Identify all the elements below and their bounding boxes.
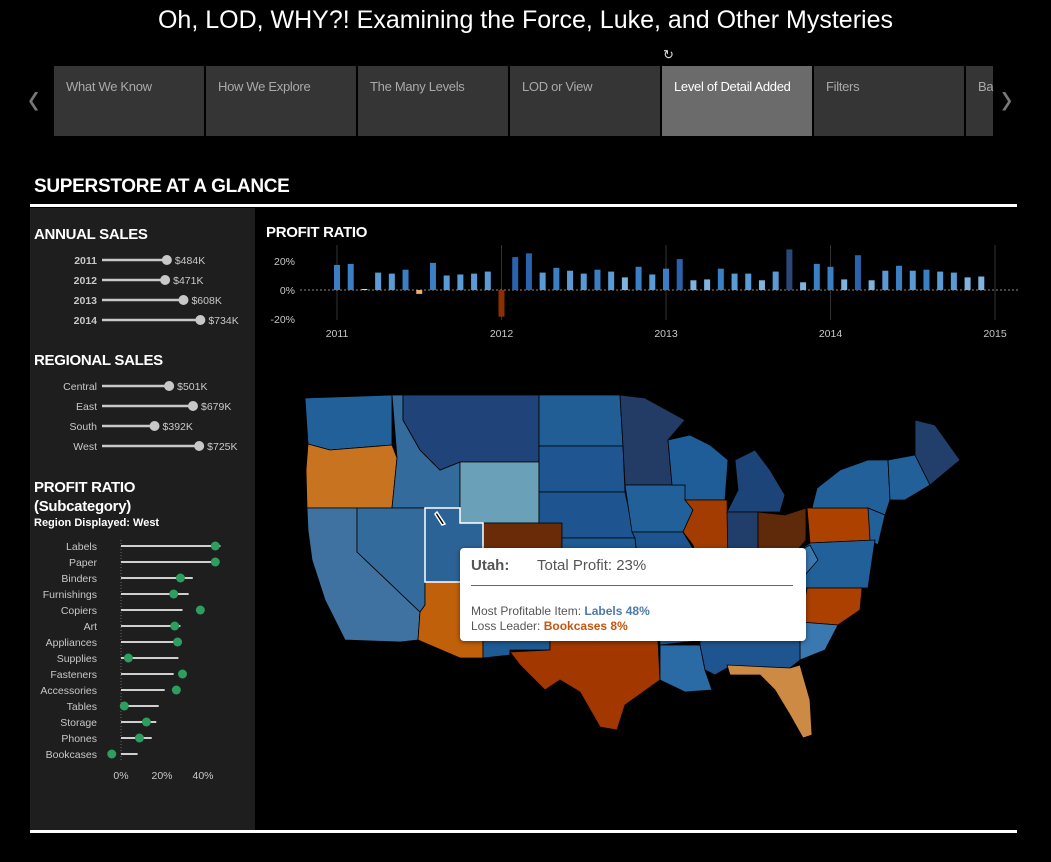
tooltip-most-profitable: Most Profitable Item: Labels 48%: [471, 604, 650, 618]
most-profitable-value: Labels 48%: [584, 604, 650, 618]
state-wyoming[interactable]: [459, 461, 540, 524]
us-profit-map: [304, 394, 961, 739]
state-new-york[interactable]: [811, 459, 891, 516]
state-michigan[interactable]: [726, 449, 786, 513]
state-florida[interactable]: [726, 664, 813, 739]
state-north-dakota[interactable]: [538, 394, 624, 447]
state-north-carolina[interactable]: [799, 587, 863, 626]
tooltip-total-profit: Total Profit: 23%: [537, 557, 647, 574]
map-tooltip: Utah: Total Profit: 23% Most Profitable …: [460, 548, 806, 641]
loss-leader-value: Bookcases 8%: [543, 619, 628, 633]
state-pennsylvania[interactable]: [806, 507, 876, 544]
state-south-dakota[interactable]: [538, 445, 626, 493]
state-washington[interactable]: [304, 394, 393, 451]
tooltip-divider: [471, 585, 793, 586]
tooltip-loss-leader: Loss Leader: Bookcases 8%: [471, 619, 628, 633]
state-new-jersey[interactable]: [867, 507, 886, 546]
state-oregon[interactable]: [305, 443, 398, 509]
loss-leader-label: Loss Leader:: [471, 619, 544, 633]
most-profitable-label: Most Profitable Item:: [471, 604, 585, 618]
tooltip-state: Utah:: [471, 557, 510, 574]
state-iowa[interactable]: [624, 484, 694, 533]
